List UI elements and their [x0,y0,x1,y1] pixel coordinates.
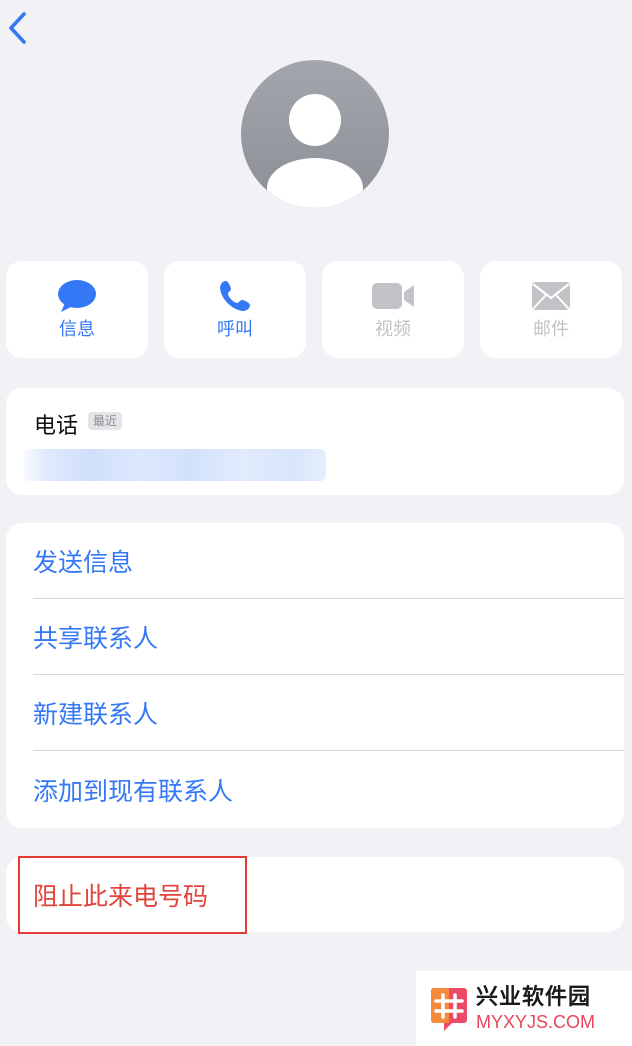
mail-action-label: 邮件 [533,319,569,340]
watermark-title: 兴业软件园 [476,984,592,1010]
add-to-existing-contact-item[interactable]: 添加到现有联系人 [33,752,624,828]
share-contact-item[interactable]: 共享联系人 [33,599,624,675]
send-message-item[interactable]: 发送信息 [33,523,624,599]
watermark: 兴业软件园 MYXYJS.COM [416,971,632,1046]
message-action-label: 信息 [59,319,95,340]
phone-icon [218,279,252,313]
video-camera-icon [371,279,415,313]
new-contact-item[interactable]: 新建联系人 [33,675,624,751]
phone-label: 电话 [34,414,79,439]
person-silhouette-icon [241,60,389,208]
video-action-button[interactable]: 视频 [322,261,464,358]
highlight-annotation-box [18,856,247,934]
message-bubble-icon [57,279,97,313]
chevron-left-icon [4,12,34,52]
watermark-logo [430,986,468,1032]
recent-badge: 最近 [88,412,123,430]
contact-avatar [241,60,389,208]
watermark-url: MYXYJS.COM [476,1011,596,1032]
phone-number-redacted[interactable] [24,449,326,481]
call-action-label: 呼叫 [217,319,253,340]
mail-action-button[interactable]: 邮件 [480,261,622,358]
contact-actions-list: 发送信息 共享联系人 新建联系人 添加到现有联系人 [6,523,624,828]
phone-number-card[interactable]: 电话 最近 [6,388,624,495]
envelope-icon [531,279,571,313]
call-action-button[interactable]: 呼叫 [164,261,306,358]
back-button[interactable] [4,10,34,48]
message-action-button[interactable]: 信息 [6,261,148,358]
video-action-label: 视频 [375,319,411,340]
